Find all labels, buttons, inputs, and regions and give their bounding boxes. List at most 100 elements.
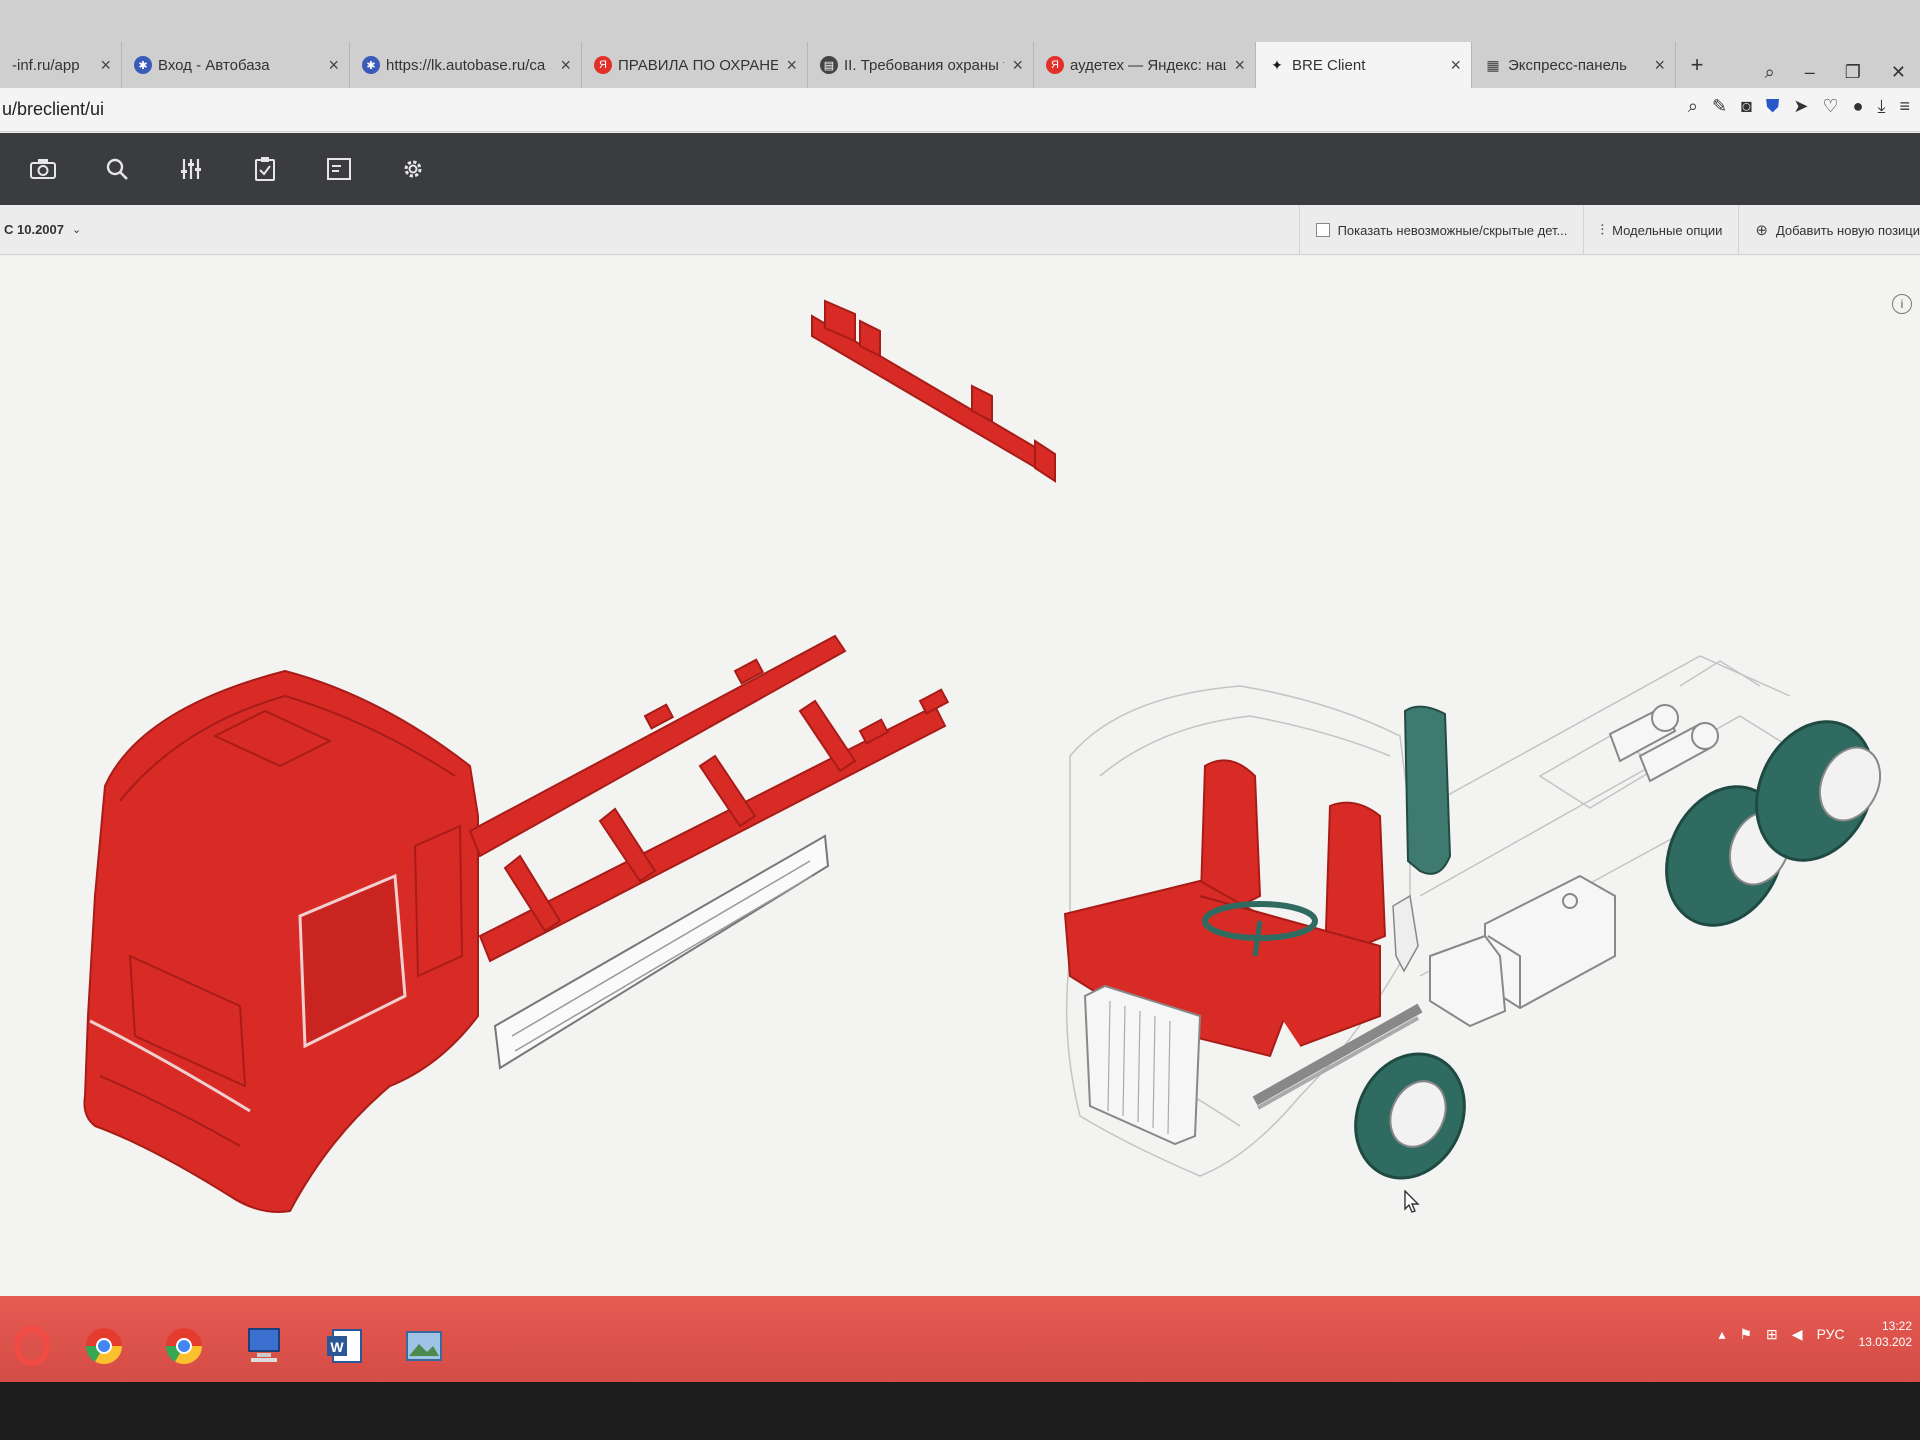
download-icon[interactable]: ⤓ (1878, 96, 1886, 117)
minimize-icon[interactable]: – (1805, 62, 1815, 83)
tab-autobase-lk[interactable]: ✱ https://lk.autobase.ru/ca × (350, 42, 582, 88)
search-tabs-icon[interactable]: ⌕ (1765, 62, 1775, 83)
gear-icon[interactable] (376, 133, 450, 205)
yandex-icon: Я (1046, 56, 1064, 74)
model-select-value: С 10.2007 (4, 222, 64, 237)
edit-icon[interactable]: ✎ (1712, 96, 1727, 117)
close-icon[interactable]: × (1012, 55, 1023, 76)
url-text[interactable]: u/breclient/ui (2, 99, 104, 120)
clock-date: 13.03.202 (1858, 1335, 1912, 1349)
tab-inf-app[interactable]: -inf.ru/app × (0, 42, 122, 88)
monitor-screen: -inf.ru/app × ✱ Вход - Автобаза × ✱ http… (0, 0, 1920, 1440)
tab-safety-rules[interactable]: Я ПРАВИЛА ПО ОХРАНЕ Т × (582, 42, 808, 88)
tray-arrow-icon[interactable]: ▴ (1718, 1326, 1725, 1343)
close-window-icon[interactable]: ✕ (1891, 62, 1906, 83)
tab-bre-client[interactable]: ✦ BRE Client × (1256, 42, 1472, 88)
tab-strip: -inf.ru/app × ✱ Вход - Автобаза × ✱ http… (0, 0, 1920, 88)
add-position-label: Добавить новую позици (1775, 222, 1920, 238)
zoom-icon[interactable]: ⌕ (1688, 96, 1698, 117)
show-hidden-parts-checkbox[interactable]: Показать невозможные/скрытые дет... (1298, 205, 1584, 255)
tab-safety-requirements[interactable]: ▤ II. Требования охраны т × (808, 42, 1034, 88)
tab-label: аудетех — Яндекс: нашл (1070, 56, 1227, 74)
search-icon[interactable] (80, 133, 154, 205)
address-bar-icons: ⌕ ✎ ◙ ⛊ ➤ ♡ ● ⤓ ≡ (1688, 96, 1920, 117)
viewer-actions: Показать невозможные/скрытые дет... ⫶ Мо… (1298, 205, 1920, 255)
info-button[interactable]: i (1892, 294, 1912, 314)
volume-icon[interactable]: ◀ (1792, 1326, 1803, 1343)
add-position-button[interactable]: ⊕ Добавить новую позици (1738, 205, 1920, 255)
camera-icon[interactable] (6, 133, 80, 205)
app-toolbar (0, 133, 1920, 205)
computer-icon[interactable] (232, 1318, 296, 1374)
network-icon[interactable]: ⊞ (1766, 1326, 1778, 1343)
document-list-icon[interactable] (302, 133, 376, 205)
close-icon[interactable]: × (328, 55, 339, 76)
tab-label: ПРАВИЛА ПО ОХРАНЕ Т (618, 56, 779, 74)
clipboard-check-icon[interactable] (228, 133, 302, 205)
monitor-bezel (0, 1382, 1920, 1440)
document-icon: ▤ (820, 56, 838, 74)
tab-autobase-login[interactable]: ✱ Вход - Автобаза × (122, 42, 350, 88)
clock[interactable]: 13:22 13.03.202 (1859, 1318, 1912, 1350)
plus-circle-icon: ⊕ (1755, 222, 1768, 239)
close-icon[interactable]: × (100, 55, 111, 76)
model-options-label: Модельные опции (1612, 222, 1723, 238)
viewer-options-bar: С 10.2007 ⌄ Показать невозможные/скрытые… (0, 205, 1920, 255)
chrome-icon[interactable] (72, 1318, 136, 1374)
svg-text:W: W (330, 1339, 344, 1355)
tab-yandex-search[interactable]: Я аудетех — Яндекс: нашл × (1034, 42, 1256, 88)
send-icon[interactable]: ➤ (1793, 96, 1808, 117)
window-controls: ⌕ – ❐ ✕ (1765, 62, 1920, 83)
opera-icon[interactable] (0, 1318, 64, 1374)
bre-icon: ✦ (1271, 56, 1283, 73)
filter-sliders-icon[interactable] (154, 133, 228, 205)
mouse-cursor-icon (1404, 1190, 1420, 1213)
close-icon[interactable]: × (1234, 55, 1245, 76)
address-bar[interactable]: u/breclient/ui ⌕ ✎ ◙ ⛊ ➤ ♡ ● ⤓ ≡ (0, 88, 1920, 132)
tab-express-panel[interactable]: ▦ Экспресс-панель × (1472, 42, 1676, 88)
front-wheel-part[interactable] (1336, 1036, 1484, 1196)
rear-underrun-bar-part[interactable] (811, 299, 1056, 483)
exploded-view-canvas[interactable]: i (0, 256, 1920, 1296)
heart-icon[interactable]: ♡ (1823, 96, 1839, 117)
shield-icon[interactable]: ⛊ (1766, 96, 1780, 117)
restore-icon[interactable]: ❐ (1845, 62, 1861, 83)
tab-label: https://lk.autobase.ru/ca (386, 56, 546, 74)
mirror-part[interactable] (1403, 705, 1452, 875)
pedal-assembly-part[interactable] (1392, 894, 1419, 973)
truck-exploded-diagram[interactable] (0, 256, 1920, 1296)
grid-icon: ▦ (1486, 56, 1500, 73)
yandex-icon: Я (594, 56, 612, 74)
tab-label: -inf.ru/app (12, 56, 80, 74)
word-icon[interactable]: W (312, 1318, 376, 1374)
battery-box-part[interactable] (1429, 934, 1507, 1028)
new-tab-button[interactable]: + (1676, 42, 1716, 88)
menu-icon[interactable]: ≡ (1899, 96, 1910, 117)
tab-label: II. Требования охраны т (844, 56, 1005, 74)
fuel-tank-part[interactable] (1484, 874, 1616, 1010)
air-tanks-part[interactable] (1608, 704, 1719, 783)
close-icon[interactable]: × (560, 55, 571, 76)
tab-label: Вход - Автобаза (158, 56, 270, 74)
close-icon[interactable]: × (786, 55, 797, 76)
sliders-icon: ⫶ (1600, 221, 1605, 239)
snapshot-icon[interactable]: ◙ (1741, 96, 1752, 117)
model-select[interactable]: С 10.2007 ⌄ (0, 222, 81, 237)
model-options-button[interactable]: ⫶ Модельные опции (1583, 205, 1738, 255)
autobase-icon: ✱ (362, 56, 380, 74)
autobase-icon: ✱ (134, 56, 152, 74)
radiator-part[interactable] (1083, 984, 1202, 1146)
chevron-down-icon: ⌄ (72, 224, 82, 236)
checkbox-box[interactable] (1315, 223, 1330, 237)
image-viewer-icon[interactable] (392, 1318, 456, 1374)
close-icon[interactable]: × (1450, 55, 1461, 76)
cab-part[interactable] (83, 669, 479, 1213)
flag-icon[interactable]: ⚑ (1739, 1326, 1752, 1343)
account-icon[interactable]: ● (1853, 96, 1864, 117)
show-hidden-parts-label: Показать невозможные/скрытые дет... (1337, 222, 1568, 238)
system-tray: ▴ ⚑ ⊞ ◀ РУС 13:22 13.03.202 (1718, 1314, 1920, 1354)
language-indicator[interactable]: РУС (1817, 1326, 1845, 1342)
close-icon[interactable]: × (1654, 55, 1665, 76)
chrome-icon[interactable] (152, 1318, 216, 1374)
tab-label: Экспресс-панель (1508, 56, 1627, 74)
